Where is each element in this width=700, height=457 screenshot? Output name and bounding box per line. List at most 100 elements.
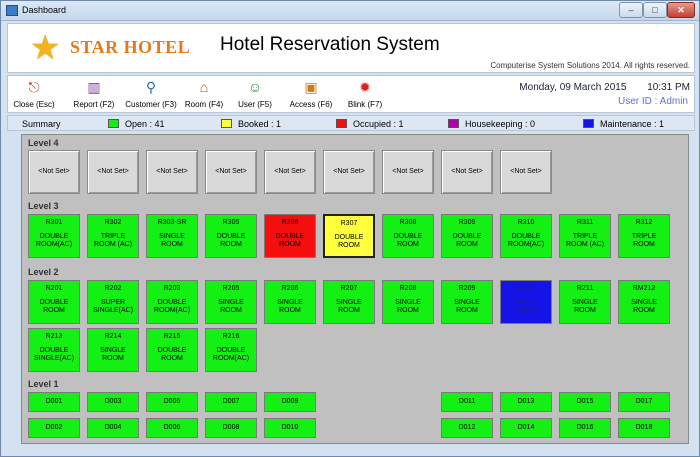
- room-tile[interactable]: <Not Set>: [28, 150, 80, 194]
- room-tile[interactable]: R306 DOUBLE ROOM: [264, 214, 316, 258]
- room-button[interactable]: ⌂ Room (F4): [181, 78, 227, 112]
- housekeeping-swatch: [448, 119, 459, 128]
- room-tile[interactable]: <Not Set>: [87, 150, 139, 194]
- room-tile[interactable]: R309 DOUBLE ROOM: [441, 214, 493, 258]
- blink-label: Blink (F7): [347, 100, 383, 109]
- room-tile[interactable]: R202 SUPER SINGLE(AC): [87, 280, 139, 324]
- room-type: DOUBLE ROOM(AC): [212, 347, 250, 362]
- legend-booked: Booked : 1: [221, 119, 281, 129]
- level-3-label: Level 3: [28, 201, 59, 211]
- room-tile[interactable]: R209 SINGLE ROOM: [441, 280, 493, 324]
- room-number: D006: [163, 424, 181, 431]
- main-toolbar: ⎋ Close (Esc) ▥ Report (F2) ⚲ Customer (…: [7, 75, 695, 113]
- room-tile[interactable]: R206 SINGLE ROOM: [264, 280, 316, 324]
- datetime-display: Monday, 09 March 2015 10:31 PM: [519, 82, 690, 93]
- room-type: TRIPLE ROOM (AC): [93, 233, 133, 248]
- room-number: R305: [222, 219, 240, 226]
- room-tile[interactable]: D003: [87, 392, 139, 412]
- room-tile[interactable]: R210 SINGLE ROOM: [500, 280, 552, 324]
- room-number: R307: [340, 220, 358, 227]
- room-number: D011: [458, 398, 476, 405]
- room-number: <Not Set>: [156, 168, 188, 175]
- customer-button[interactable]: ⚲ Customer (F3): [120, 78, 182, 112]
- room-tile[interactable]: R201 DOUBLE ROOM: [28, 280, 80, 324]
- user-button[interactable]: ☺ User (F5): [234, 78, 276, 112]
- room-tile[interactable]: R312 TRIPLE ROOM: [618, 214, 670, 258]
- room-tile[interactable]: R203 DOUBLE ROOM(AC): [146, 280, 198, 324]
- room-number: D012: [458, 424, 476, 431]
- room-tile[interactable]: R311 TRIPLE ROOM (AC): [559, 214, 611, 258]
- room-tile[interactable]: <Not Set>: [441, 150, 493, 194]
- room-tile[interactable]: R211 SINGLE ROOM: [559, 280, 611, 324]
- room-tile[interactable]: R213 DOUBLE SINGLE(AC): [28, 328, 80, 372]
- room-tile[interactable]: <Not Set>: [205, 150, 257, 194]
- room-type: SINGLE ROOM: [513, 299, 539, 314]
- room-number: R203: [163, 285, 181, 292]
- room-tile[interactable]: R216 DOUBLE ROOM(AC): [205, 328, 257, 372]
- room-tile[interactable]: <Not Set>: [264, 150, 316, 194]
- access-label: Access (F6): [289, 100, 333, 109]
- room-tile[interactable]: R305 DOUBLE ROOM: [205, 214, 257, 258]
- room-tile[interactable]: RM212 SINGLE ROOM: [618, 280, 670, 324]
- close-button[interactable]: ⎋ Close (Esc): [10, 78, 58, 112]
- room-tile[interactable]: D001: [28, 392, 80, 412]
- room-tile[interactable]: R208 SINGLE ROOM: [382, 280, 434, 324]
- room-tile[interactable]: D018: [618, 418, 670, 438]
- room-type: DOUBLE ROOM: [39, 299, 69, 314]
- room-tile[interactable]: D017: [618, 392, 670, 412]
- room-tile[interactable]: D015: [559, 392, 611, 412]
- room-tile[interactable]: R303-SR SINGLE ROOM: [146, 214, 198, 258]
- room-tile[interactable]: D004: [87, 418, 139, 438]
- room-number: R308: [399, 219, 417, 226]
- room-tile[interactable]: <Not Set>: [382, 150, 434, 194]
- room-tile[interactable]: R205 SINGLE ROOM: [205, 280, 257, 324]
- room-tile[interactable]: D016: [559, 418, 611, 438]
- room-number: D017: [635, 398, 653, 405]
- room-type: DOUBLE ROOM(AC): [153, 299, 191, 314]
- room-tile[interactable]: <Not Set>: [323, 150, 375, 194]
- room-tile[interactable]: D006: [146, 418, 198, 438]
- room-tile[interactable]: D011: [441, 392, 493, 412]
- room-tile[interactable]: D008: [205, 418, 257, 438]
- room-label: Room (F4): [184, 100, 224, 109]
- room-number: D004: [104, 424, 122, 431]
- room-tile[interactable]: R301 DOUBLE ROOM(AC): [28, 214, 80, 258]
- booked-count: Booked : 1: [238, 119, 282, 129]
- minimize-button[interactable]: –: [619, 2, 643, 18]
- room-tile[interactable]: D007: [205, 392, 257, 412]
- room-tile[interactable]: R307 DOUBLE ROOM: [323, 214, 375, 258]
- room-number: D013: [517, 398, 535, 405]
- report-label: Report (F2): [73, 100, 115, 109]
- level-1-label: Level 1: [28, 379, 59, 389]
- room-tile[interactable]: D012: [441, 418, 493, 438]
- room-tile[interactable]: D010: [264, 418, 316, 438]
- blink-button[interactable]: ✹ Blink (F7): [343, 78, 387, 112]
- room-number: D014: [517, 424, 535, 431]
- summary-bar: Summary Open : 41 Booked : 1 Occupied : …: [7, 115, 695, 131]
- room-tile[interactable]: R215 DOUBLE ROOM: [146, 328, 198, 372]
- room-tile[interactable]: D009: [264, 392, 316, 412]
- room-type: SINGLE ROOM: [277, 299, 303, 314]
- room-type: DOUBLE ROOM(AC): [507, 233, 545, 248]
- room-type: SINGLE ROOM: [159, 233, 185, 248]
- room-tile[interactable]: R207 SINGLE ROOM: [323, 280, 375, 324]
- maximize-button[interactable]: □: [643, 2, 667, 18]
- room-tile[interactable]: R310 DOUBLE ROOM(AC): [500, 214, 552, 258]
- room-tile[interactable]: <Not Set>: [500, 150, 552, 194]
- access-button[interactable]: ▣ Access (F6): [285, 78, 337, 112]
- room-number: <Not Set>: [333, 168, 365, 175]
- room-tile[interactable]: D014: [500, 418, 552, 438]
- room-tile[interactable]: D005: [146, 392, 198, 412]
- room-tile[interactable]: R214 SINGLE ROOM: [87, 328, 139, 372]
- room-tile[interactable]: D013: [500, 392, 552, 412]
- room-tile[interactable]: R302 TRIPLE ROOM (AC): [87, 214, 139, 258]
- room-tile[interactable]: D002: [28, 418, 80, 438]
- close-window-button[interactable]: ✕: [667, 2, 695, 18]
- close-label: Close (Esc): [13, 100, 55, 109]
- room-number: D005: [163, 398, 181, 405]
- report-button[interactable]: ▥ Report (F2): [68, 78, 120, 112]
- user-id-text: User ID : Admin: [617, 96, 688, 107]
- room-tile[interactable]: R308 DOUBLE ROOM: [382, 214, 434, 258]
- level-2-label: Level 2: [28, 267, 59, 277]
- room-tile[interactable]: <Not Set>: [146, 150, 198, 194]
